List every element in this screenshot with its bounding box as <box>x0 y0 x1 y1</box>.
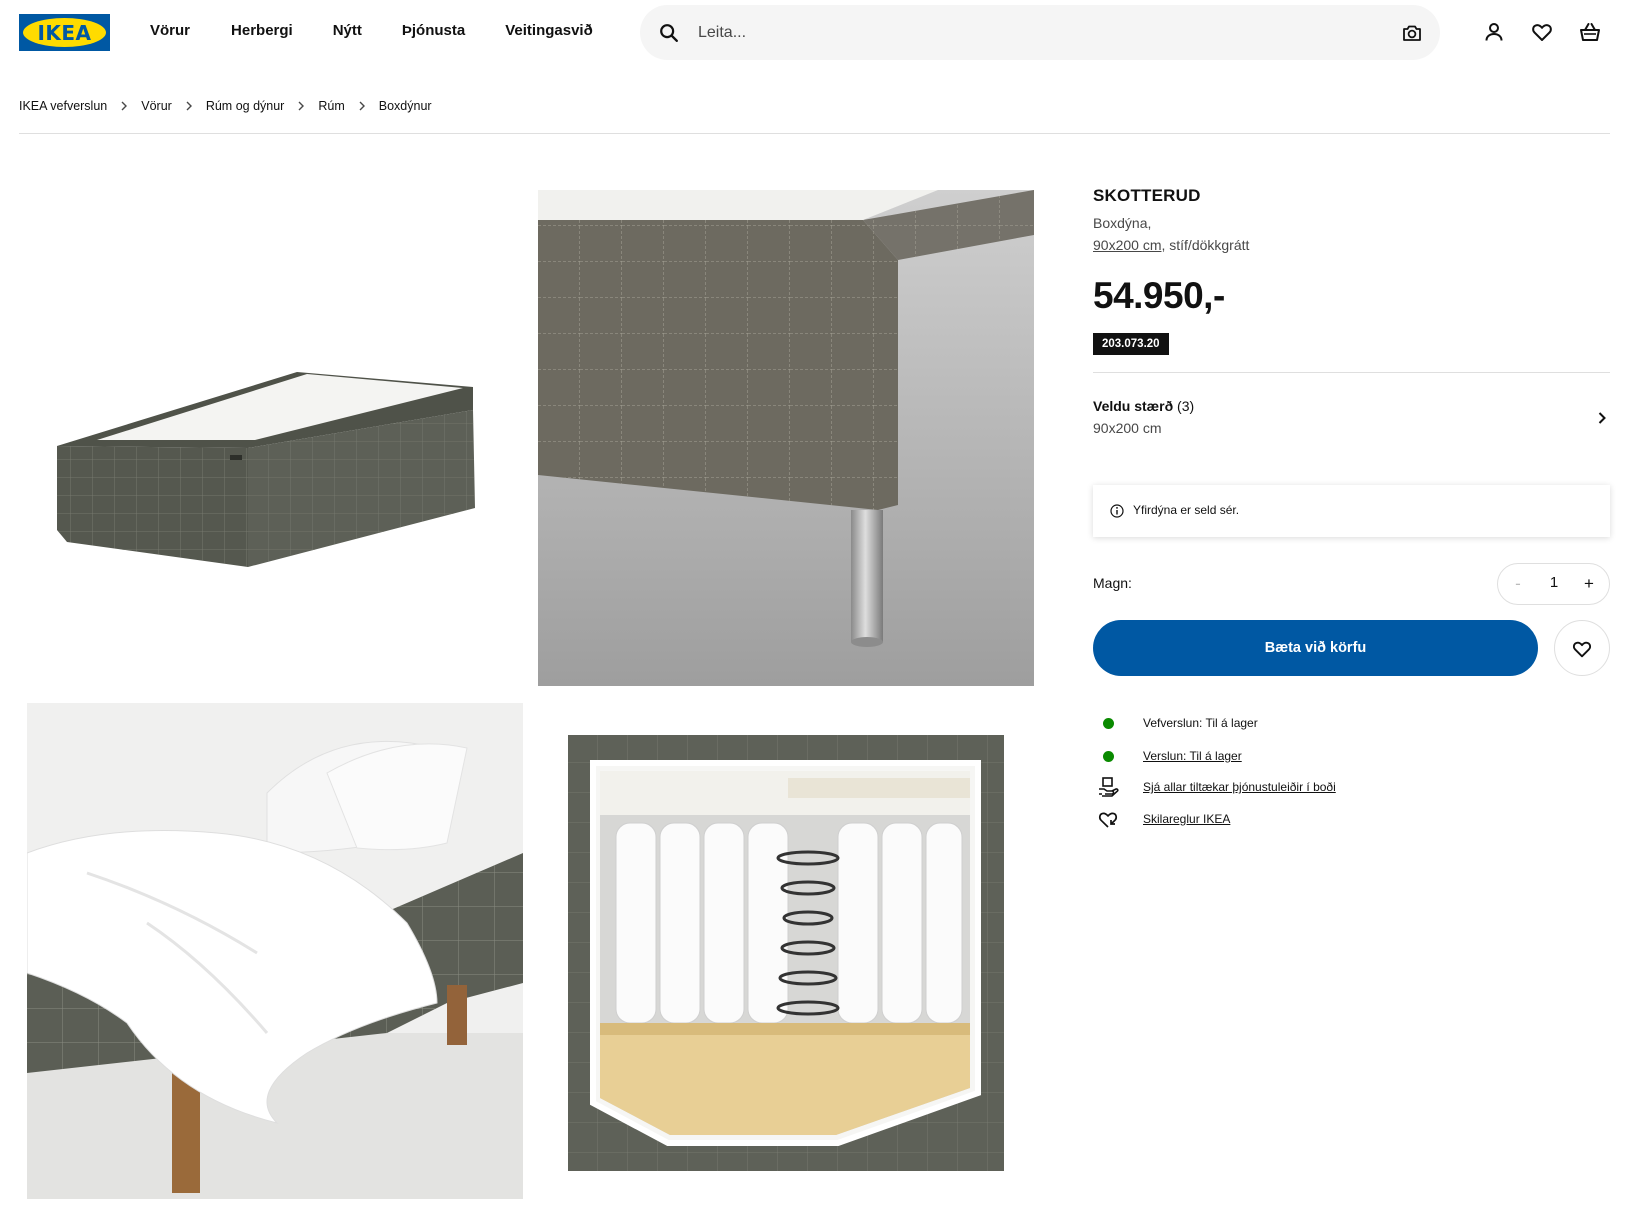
search-bar <box>640 5 1440 60</box>
breadcrumb-divider <box>19 133 1610 134</box>
return-policy-icon <box>1098 812 1118 828</box>
product-size-link[interactable]: 90x200 cm <box>1093 237 1161 253</box>
quantity-increase-button[interactable]: + <box>1577 572 1601 596</box>
quantity-stepper: - 1 + <box>1497 563 1610 605</box>
in-stock-dot-icon <box>1103 717 1114 729</box>
info-icon <box>1110 504 1124 518</box>
breadcrumb-item[interactable]: Vörur <box>141 99 172 113</box>
breadcrumb-item-current[interactable]: Boxdýnur <box>379 99 432 113</box>
logo-oval: IKEA <box>23 18 106 47</box>
product-price: 54.950,- <box>1093 275 1225 316</box>
nav-item-herbergi[interactable]: Herbergi <box>231 22 293 39</box>
chevron-right-icon <box>298 101 305 111</box>
chevron-right-icon <box>186 101 192 111</box>
size-selector[interactable]: Veldu stærð (3) 90x200 cm <box>1093 390 1610 450</box>
nav-item-thjonusta[interactable]: Þjónusta <box>402 22 465 39</box>
delivery-services-icon <box>1099 777 1119 797</box>
nav-item-nytt[interactable]: Nýtt <box>333 22 362 39</box>
product-variant-suffix: , stíf/dökkgrátt <box>1161 237 1250 253</box>
nav-item-veitingasvid[interactable]: Veitingasvið <box>505 22 593 39</box>
in-stock-dot-icon <box>1103 750 1114 762</box>
breadcrumb-item[interactable]: Rúm og dýnur <box>206 99 285 113</box>
heart-icon[interactable] <box>1530 20 1554 44</box>
search-input[interactable] <box>698 15 1378 50</box>
size-selector-value: 90x200 cm <box>1093 420 1162 436</box>
product-name: SKOTTERUD <box>1093 186 1201 205</box>
size-selector-title: Veldu stærð (3) <box>1093 398 1194 414</box>
add-to-cart-button[interactable]: Bæta við körfu <box>1093 620 1538 676</box>
breadcrumb: IKEA vefverslun Vörur Rúm og dýnur Rúm B… <box>19 99 432 113</box>
chevron-right-icon <box>121 101 128 111</box>
return-policy-link[interactable]: Skilareglur IKEA <box>1143 812 1230 826</box>
add-to-favourites-button[interactable] <box>1554 620 1610 676</box>
heart-icon <box>1572 641 1592 658</box>
product-image-leg-closeup[interactable] <box>538 190 1034 686</box>
chevron-right-icon <box>1598 412 1606 424</box>
search-icon[interactable] <box>658 22 680 44</box>
quantity-label: Magn: <box>1093 575 1132 591</box>
product-image-bedroom[interactable] <box>27 703 523 1199</box>
product-variant-line: 90x200 cm, stíf/dökkgrátt <box>1093 237 1249 253</box>
availability-store-link[interactable]: Verslun: Til á lager <box>1143 749 1242 763</box>
user-icon[interactable] <box>1482 20 1506 44</box>
camera-icon[interactable] <box>1400 21 1424 45</box>
availability-online-text: Vefverslun: Til á lager <box>1143 716 1258 730</box>
availability-store[interactable]: Verslun: Til á lager <box>1093 746 1242 766</box>
main-nav: Vörur Herbergi Nýtt Þjónusta Veitingasvi… <box>150 22 593 39</box>
ikea-logo[interactable]: IKEA <box>19 14 110 51</box>
logo-text: IKEA <box>37 20 92 45</box>
product-image-main[interactable] <box>27 190 523 686</box>
availability-online: Vefverslun: Til á lager <box>1093 713 1258 733</box>
product-image-cutaway[interactable] <box>538 703 1034 1199</box>
breadcrumb-item[interactable]: Rúm <box>318 99 344 113</box>
article-number-badge: 203.073.20 <box>1093 333 1169 355</box>
site-header: IKEA Vörur Herbergi Nýtt Þjónusta Veitin… <box>0 0 1629 66</box>
breadcrumb-item[interactable]: IKEA vefverslun <box>19 99 107 113</box>
info-message-text: Yfirdýna er seld sér. <box>1133 503 1240 517</box>
chevron-right-icon <box>359 101 365 111</box>
panel-divider <box>1093 372 1610 373</box>
size-selector-count: (3) <box>1177 398 1195 414</box>
quantity-decrease-button[interactable]: - <box>1506 572 1530 596</box>
product-description: Boxdýna, <box>1093 215 1152 231</box>
services-link[interactable]: Sjá allar tiltækar þjónustuleiðir í boði <box>1143 780 1336 794</box>
info-message: Yfirdýna er seld sér. <box>1093 485 1610 537</box>
shopping-bag-icon[interactable] <box>1578 20 1602 44</box>
returns-row[interactable]: Skilareglur IKEA <box>1093 809 1230 829</box>
services-row[interactable]: Sjá allar tiltækar þjónustuleiðir í boði <box>1093 777 1336 797</box>
nav-item-vorur[interactable]: Vörur <box>150 22 190 39</box>
quantity-value[interactable]: 1 <box>1538 574 1570 591</box>
size-selector-label: Veldu stærð <box>1093 398 1174 414</box>
